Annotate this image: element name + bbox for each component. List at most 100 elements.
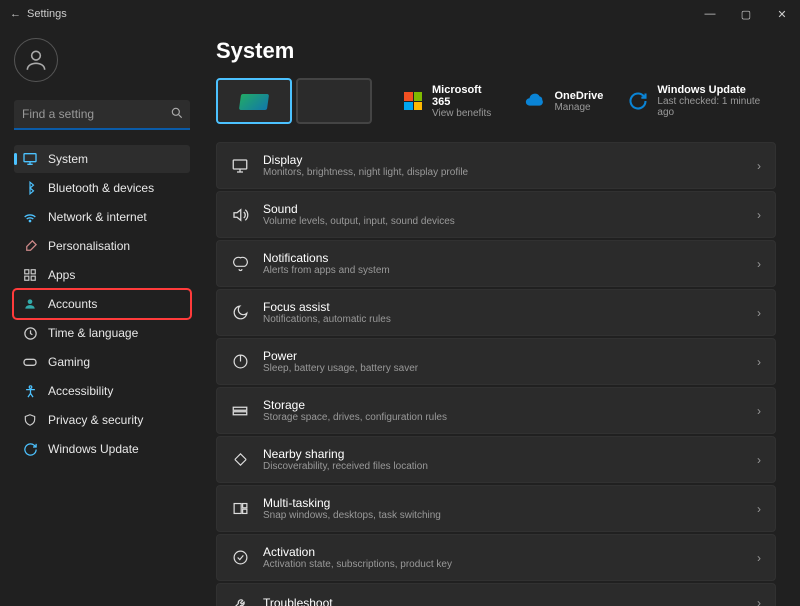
sidebar-item-accessibility[interactable]: Accessibility [14, 377, 190, 405]
sidebar-item-label: Apps [48, 268, 75, 282]
search-icon [170, 106, 184, 123]
card-subtitle: Storage space, drives, configuration rul… [263, 412, 743, 423]
onedrive-icon [524, 90, 546, 112]
desktop-thumb-1[interactable] [216, 78, 292, 124]
sidebar-item-windows-update[interactable]: Windows Update [14, 435, 190, 463]
card-subtitle: Discoverability, received files location [263, 461, 743, 472]
settings-list: DisplayMonitors, brightness, night light… [216, 142, 776, 606]
accessibility-icon [22, 383, 38, 399]
promo-links: Microsoft 365 View benefits OneDrive Man… [402, 84, 776, 119]
close-button[interactable]: ✕ [764, 0, 800, 28]
chevron-right-icon: › [757, 404, 761, 418]
promo-onedrive[interactable]: OneDrive Manage [524, 84, 603, 119]
sidebar-item-label: Privacy & security [48, 413, 143, 427]
display-icon [231, 157, 249, 175]
card-title: Notifications [263, 251, 743, 265]
sidebar-item-label: Accessibility [48, 384, 113, 398]
chevron-right-icon: › [757, 208, 761, 222]
card-title: Storage [263, 398, 743, 412]
card-title: Multi-tasking [263, 496, 743, 510]
card-title: Focus assist [263, 300, 743, 314]
sidebar-item-label: Personalisation [48, 239, 130, 253]
bell-icon [231, 255, 249, 273]
multitask-icon [231, 500, 249, 518]
promo-title: Windows Update [657, 84, 776, 96]
sidebar-item-privacy[interactable]: Privacy & security [14, 406, 190, 434]
sidebar-item-label: Accounts [48, 297, 97, 311]
sidebar-item-network[interactable]: Network & internet [14, 203, 190, 231]
card-title: Display [263, 153, 743, 167]
chevron-right-icon: › [757, 502, 761, 516]
card-focus-assist[interactable]: Focus assistNotifications, automatic rul… [216, 289, 776, 336]
card-multitasking[interactable]: Multi-taskingSnap windows, desktops, tas… [216, 485, 776, 532]
sidebar-item-label: Windows Update [48, 442, 139, 456]
card-subtitle: Sleep, battery usage, battery saver [263, 363, 743, 374]
card-title: Troubleshoot [263, 596, 743, 606]
sidebar-item-gaming[interactable]: Gaming [14, 348, 190, 376]
promo-windows-update[interactable]: Windows Update Last checked: 1 minute ag… [627, 84, 776, 119]
search-input[interactable] [14, 100, 190, 130]
wrench-icon [231, 594, 249, 606]
microsoft365-icon [402, 90, 424, 112]
card-title: Activation [263, 545, 743, 559]
promo-subtitle: Last checked: 1 minute ago [657, 96, 776, 118]
storage-icon [231, 402, 249, 420]
sidebar-item-system[interactable]: System [14, 145, 190, 173]
sidebar-item-label: Gaming [48, 355, 90, 369]
chevron-right-icon: › [757, 551, 761, 565]
sidebar-item-accounts[interactable]: Accounts [14, 290, 190, 318]
card-subtitle: Alerts from apps and system [263, 265, 743, 276]
chevron-right-icon: › [757, 453, 761, 467]
sidebar-item-time-language[interactable]: Time & language [14, 319, 190, 347]
main-content: System Microsoft 365 View benefits On [200, 28, 800, 606]
chevron-right-icon: › [757, 306, 761, 320]
promo-microsoft365[interactable]: Microsoft 365 View benefits [402, 84, 500, 119]
apps-icon [22, 267, 38, 283]
window-controls: ― ▢ ✕ [692, 0, 800, 28]
clock-globe-icon [22, 325, 38, 341]
promo-subtitle: Manage [554, 102, 603, 113]
promo-subtitle: View benefits [432, 108, 500, 119]
update-icon [22, 441, 38, 457]
sidebar-item-apps[interactable]: Apps [14, 261, 190, 289]
card-storage[interactable]: StorageStorage space, drives, configurat… [216, 387, 776, 434]
card-title: Nearby sharing [263, 447, 743, 461]
maximize-button[interactable]: ▢ [728, 0, 764, 28]
update-status-icon [627, 90, 649, 112]
card-notifications[interactable]: NotificationsAlerts from apps and system… [216, 240, 776, 287]
brush-icon [22, 238, 38, 254]
chevron-right-icon: › [757, 257, 761, 271]
page-title: System [216, 38, 776, 64]
desktop-thumb-2[interactable] [296, 78, 372, 124]
sidebar-item-label: Bluetooth & devices [48, 181, 154, 195]
avatar[interactable] [14, 38, 58, 82]
sidebar-item-label: Time & language [48, 326, 138, 340]
back-arrow-icon[interactable]: ← [10, 8, 21, 20]
card-sound[interactable]: SoundVolume levels, output, input, sound… [216, 191, 776, 238]
card-activation[interactable]: ActivationActivation state, subscription… [216, 534, 776, 581]
person-icon [22, 296, 38, 312]
sidebar-nav: System Bluetooth & devices Network & int… [14, 144, 190, 464]
bluetooth-icon [22, 180, 38, 196]
system-icon [22, 151, 38, 167]
shield-icon [22, 412, 38, 428]
window-title: Settings [27, 8, 67, 20]
hero-row: Microsoft 365 View benefits OneDrive Man… [216, 78, 776, 124]
minimize-button[interactable]: ― [692, 0, 728, 28]
card-troubleshoot[interactable]: Troubleshoot › [216, 583, 776, 606]
card-subtitle: Snap windows, desktops, task switching [263, 510, 743, 521]
power-icon [231, 353, 249, 371]
card-display[interactable]: DisplayMonitors, brightness, night light… [216, 142, 776, 189]
sound-icon [231, 206, 249, 224]
sidebar-item-bluetooth[interactable]: Bluetooth & devices [14, 174, 190, 202]
check-circle-icon [231, 549, 249, 567]
moon-icon [231, 304, 249, 322]
promo-title: OneDrive [554, 90, 603, 102]
promo-title: Microsoft 365 [432, 84, 500, 108]
card-nearby-sharing[interactable]: Nearby sharingDiscoverability, received … [216, 436, 776, 483]
sidebar-item-personalisation[interactable]: Personalisation [14, 232, 190, 260]
chevron-right-icon: › [757, 355, 761, 369]
card-power[interactable]: PowerSleep, battery usage, battery saver… [216, 338, 776, 385]
share-icon [231, 451, 249, 469]
gamepad-icon [22, 354, 38, 370]
